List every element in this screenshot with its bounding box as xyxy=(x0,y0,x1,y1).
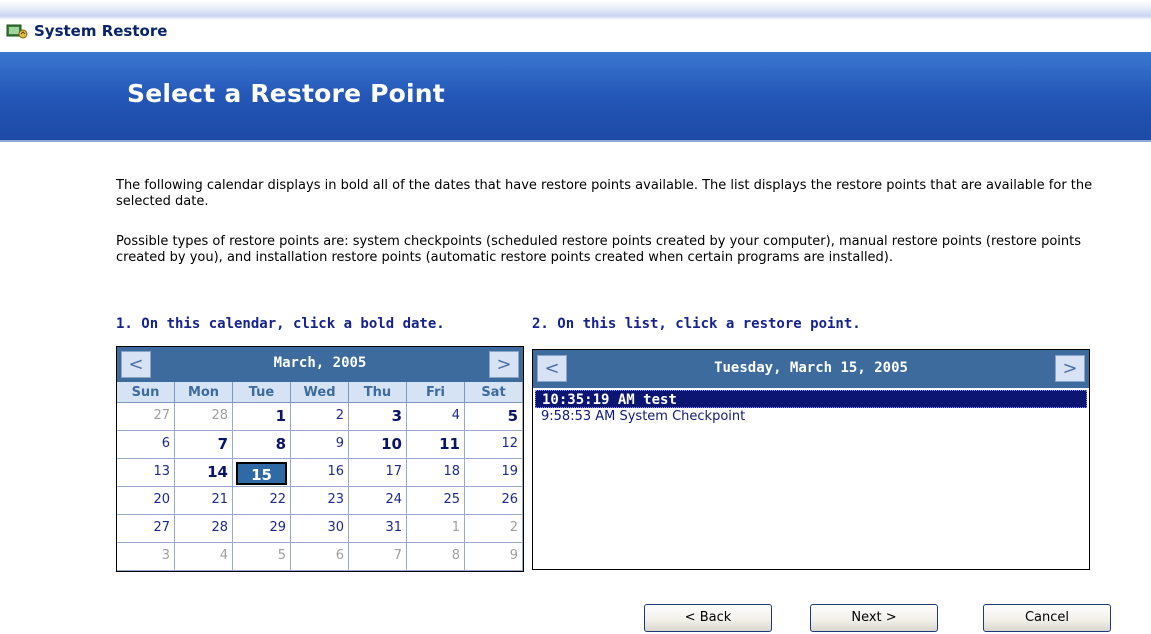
calendar-day[interactable]: 11 xyxy=(407,431,465,459)
next-button[interactable]: Next > xyxy=(810,604,938,632)
calendar-grid: Sun Mon Tue Wed Thu Fri Sat 27 28 1 2 3 4 5 6 7 8… xyxy=(117,382,523,571)
calendar-day[interactable]: 19 xyxy=(465,459,523,487)
calendar-day[interactable]: 22 xyxy=(233,487,291,515)
calendar-day[interactable]: 2 xyxy=(465,515,523,543)
selected-day-label: 15 xyxy=(236,462,287,485)
calendar-day[interactable]: 2 xyxy=(291,403,349,431)
calendar-day[interactable]: 25 xyxy=(407,487,465,515)
calendar-day[interactable]: 16 xyxy=(291,459,349,487)
calendar-day[interactable]: 5 xyxy=(233,543,291,571)
weekday-header: Sat xyxy=(465,382,523,403)
calendar-day[interactable]: 7 xyxy=(175,431,233,459)
calendar-day[interactable]: 20 xyxy=(117,487,175,515)
title-bar: System Restore xyxy=(0,0,1151,52)
calendar-day[interactable]: 6 xyxy=(117,431,175,459)
weekday-header: Wed xyxy=(291,382,349,403)
calendar-day[interactable]: 1 xyxy=(407,515,465,543)
weekday-header: Sun xyxy=(117,382,175,403)
system-restore-icon xyxy=(6,24,28,39)
previous-day-button[interactable]: < xyxy=(537,355,567,382)
calendar-day[interactable]: 18 xyxy=(407,459,465,487)
weekday-header: Thu xyxy=(349,382,407,403)
header-banner: Select a Restore Point xyxy=(0,52,1151,140)
calendar-day[interactable]: 3 xyxy=(117,543,175,571)
cancel-button[interactable]: Cancel xyxy=(983,604,1111,632)
calendar-day[interactable]: 31 xyxy=(349,515,407,543)
calendar-day[interactable]: 28 xyxy=(175,515,233,543)
calendar-day[interactable]: 1 xyxy=(233,403,291,431)
weekday-header: Tue xyxy=(233,382,291,403)
calendar-day[interactable]: 9 xyxy=(291,431,349,459)
restore-list-date: Tuesday, March 15, 2005 xyxy=(714,360,908,376)
calendar-month-label: March, 2005 xyxy=(273,355,367,371)
weekday-header: Mon xyxy=(175,382,233,403)
calendar-day[interactable]: 13 xyxy=(117,459,175,487)
calendar-day[interactable]: 24 xyxy=(349,487,407,515)
calendar-day[interactable]: 4 xyxy=(175,543,233,571)
calendar-day[interactable]: 9 xyxy=(465,543,523,571)
calendar-day[interactable]: 6 xyxy=(291,543,349,571)
calendar-day[interactable]: 12 xyxy=(465,431,523,459)
restore-list-header: < Tuesday, March 15, 2005 > xyxy=(533,350,1089,388)
calendar-day[interactable]: 8 xyxy=(407,543,465,571)
calendar-day[interactable]: 28 xyxy=(175,403,233,431)
weekday-header: Fri xyxy=(407,382,465,403)
calendar-day[interactable]: 4 xyxy=(407,403,465,431)
calendar-header: < March, 2005 > xyxy=(117,347,523,382)
calendar-day[interactable]: 27 xyxy=(117,403,175,431)
next-month-button[interactable]: > xyxy=(489,351,519,378)
header-divider xyxy=(0,140,1151,142)
calendar-day[interactable]: 3 xyxy=(349,403,407,431)
calendar-day[interactable]: 26 xyxy=(465,487,523,515)
calendar-day[interactable]: 5 xyxy=(465,403,523,431)
restore-calendar: < March, 2005 > Sun Mon Tue Wed Thu Fri … xyxy=(116,346,524,572)
back-button[interactable]: < Back xyxy=(644,604,772,632)
calendar-instruction: 1. On this calendar, click a bold date. xyxy=(116,316,445,332)
calendar-day[interactable]: 7 xyxy=(349,543,407,571)
calendar-day[interactable]: 14 xyxy=(175,459,233,487)
calendar-day[interactable]: 8 xyxy=(233,431,291,459)
calendar-day[interactable]: 10 xyxy=(349,431,407,459)
calendar-day[interactable]: 23 xyxy=(291,487,349,515)
page-title: Select a Restore Point xyxy=(127,79,445,108)
window-title: System Restore xyxy=(34,22,168,40)
restore-point-item[interactable]: 10:35:19 AM test xyxy=(535,390,1087,408)
calendar-day[interactable]: 29 xyxy=(233,515,291,543)
calendar-day-selected[interactable]: 15 xyxy=(233,459,291,487)
intro-paragraph-1: The following calendar displays in bold … xyxy=(116,178,1093,209)
calendar-day[interactable]: 21 xyxy=(175,487,233,515)
next-day-button[interactable]: > xyxy=(1055,355,1085,382)
list-instruction: 2. On this list, click a restore point. xyxy=(532,316,861,332)
restore-point-items: 10:35:19 AM test 9:58:53 AM System Checkp… xyxy=(535,390,1087,426)
intro-paragraph-2: Possible types of restore points are: sy… xyxy=(116,234,1081,265)
calendar-day[interactable]: 27 xyxy=(117,515,175,543)
restore-point-list: < Tuesday, March 15, 2005 > 10:35:19 AM … xyxy=(532,349,1090,570)
calendar-day[interactable]: 17 xyxy=(349,459,407,487)
calendar-day[interactable]: 30 xyxy=(291,515,349,543)
restore-point-item[interactable]: 9:58:53 AM System Checkpoint xyxy=(535,408,1087,426)
previous-month-button[interactable]: < xyxy=(121,351,151,378)
